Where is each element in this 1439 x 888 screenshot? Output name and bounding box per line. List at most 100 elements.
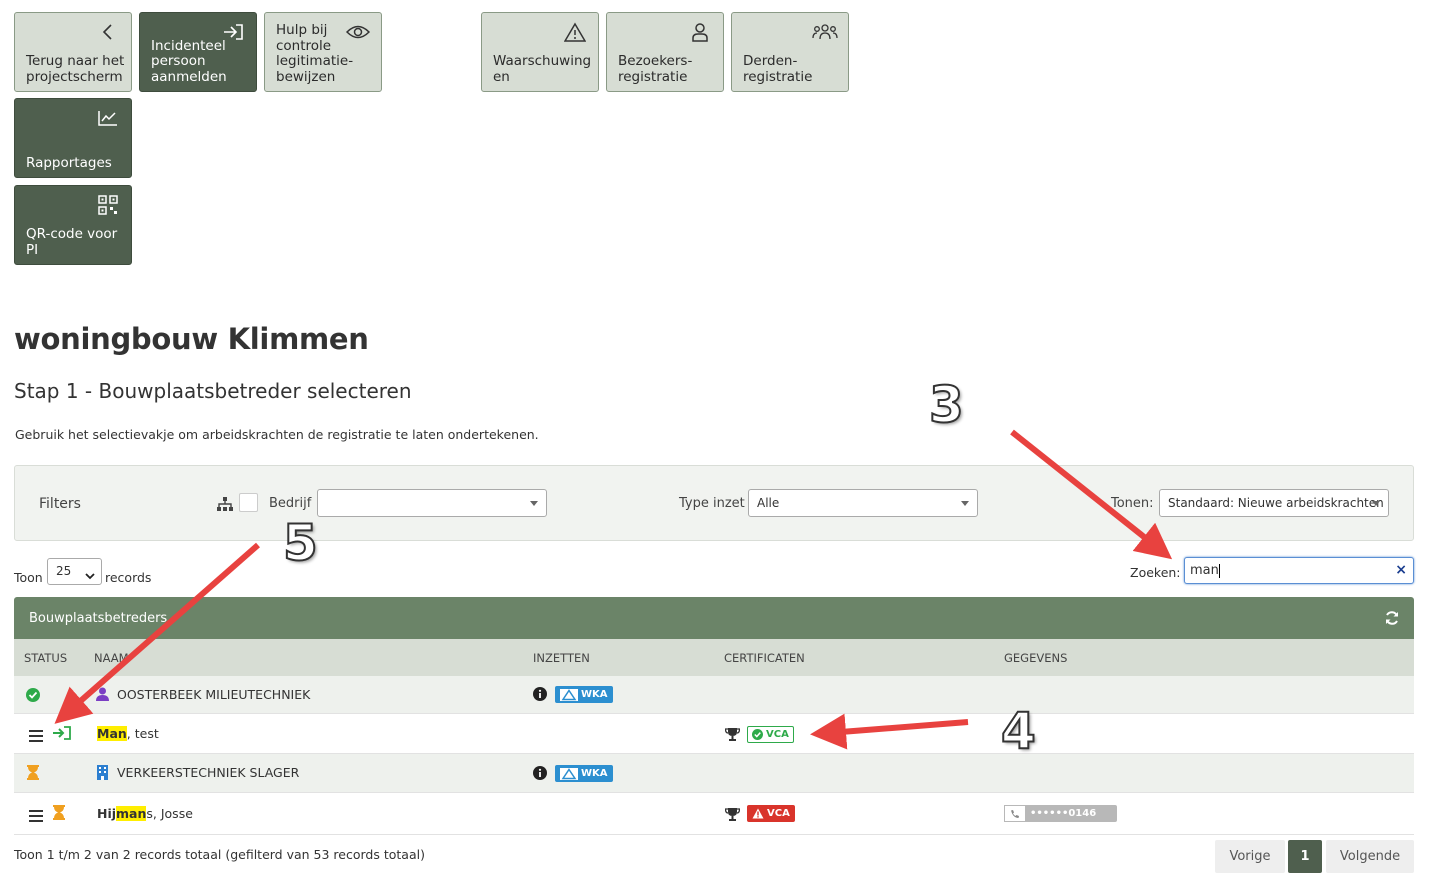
back-to-project-label: Terug naar het projectscherm	[26, 53, 125, 85]
search-highlight: Man	[97, 726, 127, 741]
annotation-number-3: 3	[928, 375, 965, 435]
records-per-page-value: 25	[56, 564, 72, 578]
table-row[interactable]: Man, test VCA	[14, 714, 1414, 754]
visitor-registration-tile[interactable]: Bezoekers-registratie	[606, 12, 724, 92]
table-row[interactable]: VERKEERSTECHNIEK SLAGER WKA	[14, 754, 1414, 793]
third-party-registration-label: Derden-registratie	[743, 53, 813, 85]
warnings-tile[interactable]: Waarschuwingen	[481, 12, 599, 92]
qr-code-label: QR-code voor PI	[26, 226, 118, 258]
user-icon	[687, 21, 713, 43]
search-input-value: man	[1190, 563, 1219, 578]
trophy-icon	[724, 806, 741, 825]
search-highlight: man	[116, 806, 147, 821]
type-label: Type inzet	[679, 496, 745, 511]
company-name[interactable]: VERKEERSTECHNIEK SLAGER	[117, 765, 299, 780]
search-input[interactable]: man ×	[1184, 557, 1414, 584]
show-select-value: Standaard: Nieuwe arbeidskrachten	[1168, 496, 1384, 510]
back-to-project-tile[interactable]: Terug naar het projectscherm	[14, 12, 132, 92]
col-gegevens[interactable]: GEGEVENS	[1004, 651, 1067, 665]
person-icon	[96, 686, 109, 705]
column-headers: STATUS NAAM INZETTEN CERTIFICATEN GEGEVE…	[14, 639, 1414, 676]
type-select[interactable]: Alle	[748, 489, 978, 517]
col-name[interactable]: NAAM	[94, 651, 129, 665]
caret-down-icon	[530, 501, 538, 506]
annotation-number-5: 5	[282, 513, 319, 573]
filters-title: Filters	[39, 496, 81, 512]
col-status[interactable]: STATUS	[24, 651, 67, 665]
sitemap-icon[interactable]	[216, 496, 234, 516]
person-name-rest: s, Josse	[146, 806, 193, 821]
incident-register-tile[interactable]: Incidenteel persoon aanmelden	[139, 12, 257, 92]
length-before-label: Toon	[14, 570, 43, 585]
chevron-down-icon	[85, 565, 95, 590]
show-select[interactable]: Standaard: Nieuwe arbeidskrachten	[1159, 489, 1389, 517]
person-name[interactable]: Hijmans, Josse	[97, 806, 193, 821]
qr-code-icon	[95, 194, 121, 216]
table-header-bar: Bouwplaatsbetreders	[14, 597, 1414, 639]
person-name[interactable]: Man, test	[97, 726, 159, 741]
search-label: Zoeken:	[1130, 565, 1181, 580]
chevron-left-icon	[95, 21, 121, 43]
next-page-button[interactable]: Volgende	[1326, 840, 1414, 873]
type-select-value: Alle	[757, 496, 780, 510]
company-label: Bedrijf	[269, 496, 312, 511]
wka-badge: WKA	[555, 686, 613, 703]
caret-down-icon	[1372, 501, 1380, 506]
col-certificaten[interactable]: CERTIFICATEN	[724, 651, 805, 665]
filters-panel: Filters Bedrijf Type inzet Alle Tonen: S…	[14, 465, 1414, 541]
records-info: Toon 1 t/m 2 van 2 records totaal (gefil…	[14, 847, 425, 862]
chart-line-icon	[95, 107, 121, 129]
caret-down-icon	[961, 501, 969, 506]
vca-badge: VCA	[747, 726, 794, 743]
reports-label: Rapportages	[26, 154, 112, 171]
company-filter-checkbox[interactable]	[239, 493, 258, 512]
warning-icon	[560, 688, 578, 701]
previous-page-button[interactable]: Vorige	[1215, 840, 1285, 873]
info-icon[interactable]	[533, 686, 547, 705]
person-name-prefix: Hij	[97, 806, 117, 821]
warning-icon	[560, 767, 578, 780]
table-title: Bouwplaatsbetreders	[29, 611, 168, 626]
menu-icon[interactable]	[29, 727, 43, 746]
third-party-registration-tile[interactable]: Derden-registratie	[731, 12, 849, 92]
show-label: Tonen:	[1111, 496, 1154, 511]
company-name[interactable]: OOSTERBEEK MILIEUTECHNIEK	[117, 687, 310, 702]
status-ok-icon	[26, 687, 40, 706]
col-inzetten[interactable]: INZETTEN	[533, 651, 590, 665]
warnings-label: Waarschuwingen	[493, 53, 592, 85]
annotation-number-4: 4	[1000, 701, 1037, 761]
id-check-help-label: Hulp bij controle legitimatie-bewijzen	[276, 22, 354, 85]
id-check-help-tile[interactable]: Hulp bij controle legitimatie-bewijzen	[264, 12, 382, 92]
incident-register-label: Incidenteel persoon aanmelden	[151, 37, 227, 85]
clear-search-icon[interactable]: ×	[1395, 558, 1407, 583]
length-after-label: records	[105, 570, 152, 585]
step-title: Stap 1 - Bouwplaatsbetreder selecteren	[14, 379, 412, 403]
hourglass-icon	[53, 805, 65, 824]
company-select[interactable]	[317, 489, 547, 517]
intro-text: Gebruik het selectievakje om arbeidskrac…	[15, 427, 539, 442]
page-1-button[interactable]: 1	[1288, 840, 1322, 873]
phone-badge: ••••••0146	[1004, 805, 1117, 822]
text-cursor	[1218, 563, 1220, 578]
vca-badge-expired: VCA	[747, 805, 795, 822]
person-name-rest: , test	[126, 726, 159, 741]
records-per-page-select[interactable]: 25	[47, 558, 102, 585]
phone-icon	[1004, 805, 1026, 822]
visitor-registration-label: Bezoekers-registratie	[618, 53, 693, 85]
qr-code-tile[interactable]: QR-code voor PI	[14, 185, 132, 265]
menu-icon[interactable]	[29, 807, 43, 826]
info-icon[interactable]	[533, 765, 547, 784]
reports-tile[interactable]: Rapportages	[14, 98, 132, 178]
table-row[interactable]: Hijmans, Josse VCA ••••••0146	[14, 793, 1414, 835]
page-title: woningbouw Klimmen	[14, 322, 369, 356]
warning-icon	[562, 21, 588, 43]
warning-icon	[752, 808, 764, 819]
sign-in-icon[interactable]	[52, 725, 72, 745]
building-icon	[97, 765, 108, 784]
trophy-icon	[724, 726, 741, 745]
check-circle-icon	[752, 729, 763, 740]
hourglass-icon	[27, 765, 39, 784]
table-row[interactable]: OOSTERBEEK MILIEUTECHNIEK WKA	[14, 676, 1414, 714]
refresh-icon[interactable]	[1384, 610, 1400, 630]
wka-badge: WKA	[555, 765, 613, 782]
